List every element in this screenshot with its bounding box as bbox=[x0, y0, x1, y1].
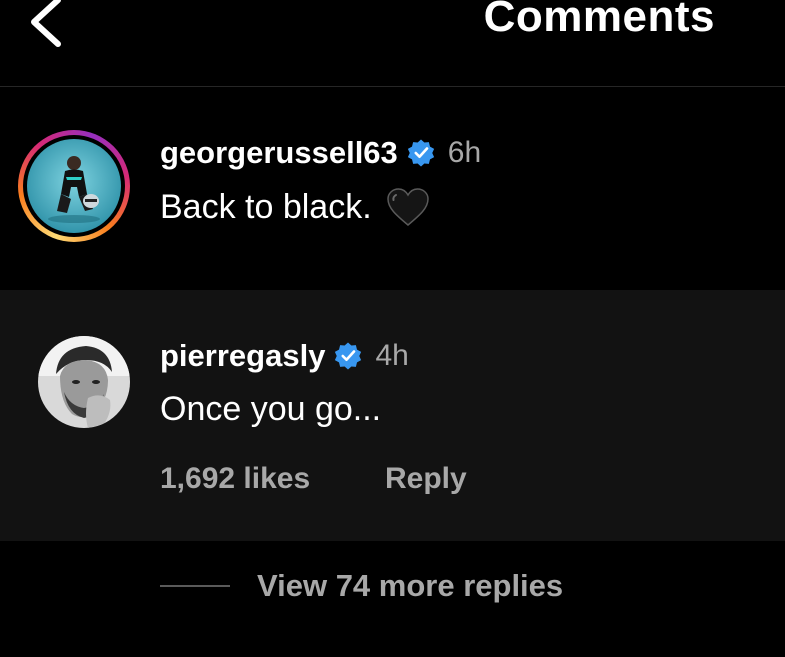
view-more-replies-button[interactable]: View 74 more replies bbox=[160, 568, 563, 604]
verified-badge-icon bbox=[335, 342, 362, 370]
black-heart-icon bbox=[386, 188, 429, 226]
avatar bbox=[27, 139, 121, 233]
story-ring-avatar[interactable] bbox=[18, 130, 130, 242]
avatar[interactable] bbox=[38, 336, 130, 428]
divider-line bbox=[160, 585, 230, 587]
chevron-left-icon bbox=[31, 0, 61, 47]
caption-timestamp: 6h bbox=[447, 136, 482, 169]
comment-username[interactable]: pierregasly bbox=[160, 338, 325, 374]
reply-button[interactable]: Reply bbox=[385, 462, 467, 496]
comment-text: Once you go... bbox=[160, 390, 382, 428]
caption-username[interactable]: georgerussell63 bbox=[160, 135, 398, 171]
back-button[interactable] bbox=[22, 0, 72, 52]
view-more-replies-label: View 74 more replies bbox=[257, 568, 564, 603]
page-title: Comments bbox=[483, 0, 715, 41]
comment-row: pierregasly 4h Once you go... 1,692 like… bbox=[0, 290, 785, 541]
comment-timestamp: 4h bbox=[375, 339, 409, 372]
caption-text: Back to black. bbox=[160, 187, 372, 226]
caption-row: georgerussell63 6h Back to black. bbox=[0, 87, 785, 289]
likes-count[interactable]: 1,692 likes bbox=[160, 462, 310, 496]
header: Comments bbox=[0, 0, 785, 87]
verified-badge-icon bbox=[407, 139, 434, 167]
